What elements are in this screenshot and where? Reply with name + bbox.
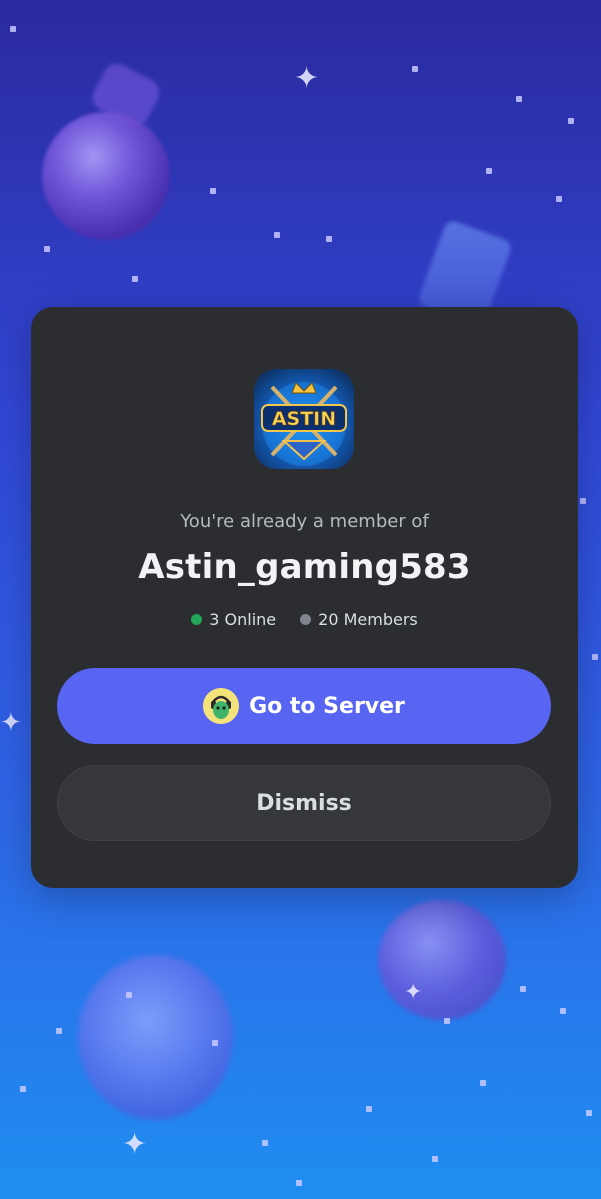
- star-icon: [132, 276, 138, 282]
- star-icon: [274, 232, 280, 238]
- star-icon: [580, 498, 586, 504]
- online-dot-icon: [191, 614, 203, 625]
- star-icon: [366, 1106, 372, 1112]
- star-icon: [586, 1110, 592, 1116]
- decor-potion: [42, 112, 170, 240]
- online-label: 3 Online: [209, 610, 277, 629]
- go-to-server-label: Go to Server: [249, 693, 405, 719]
- star-icon: [126, 992, 132, 998]
- star-icon: [326, 236, 332, 242]
- dismiss-button[interactable]: Dismiss: [57, 765, 551, 841]
- sparkle-icon: ✦: [0, 708, 22, 738]
- star-icon: [516, 96, 522, 102]
- member-count: 20 Members: [300, 610, 418, 629]
- server-stats: 3 Online 20 Members: [31, 610, 578, 629]
- star-icon: [44, 246, 50, 252]
- sparkle-icon: ✦: [294, 61, 320, 96]
- decor-coin: [78, 955, 233, 1120]
- server-logo-icon: ASTIN: [254, 369, 354, 469]
- star-icon: [486, 168, 492, 174]
- star-icon: [412, 66, 418, 72]
- star-icon: [20, 1086, 26, 1092]
- star-icon: [262, 1140, 268, 1146]
- star-icon: [568, 118, 574, 124]
- online-count: 3 Online: [191, 610, 276, 629]
- members-dot-icon: [300, 614, 312, 625]
- sparkle-icon: ✦: [122, 1127, 148, 1162]
- star-icon: [520, 986, 526, 992]
- star-icon: [592, 654, 598, 660]
- star-icon: [556, 196, 562, 202]
- membership-intro: You're already a member of: [180, 511, 429, 532]
- star-icon: [210, 188, 216, 194]
- members-label: 20 Members: [318, 610, 418, 629]
- server-logo-text: ASTIN: [272, 408, 336, 430]
- dismiss-label: Dismiss: [256, 790, 352, 816]
- star-icon: [480, 1080, 486, 1086]
- star-icon: [560, 1008, 566, 1014]
- server-name: Astin_gaming583: [138, 547, 471, 587]
- star-icon: [10, 26, 16, 32]
- star-icon: [212, 1040, 218, 1046]
- star-icon: [56, 1028, 62, 1034]
- invite-modal: ASTIN You're already a member of Astin_g…: [31, 307, 578, 888]
- sparkle-icon: ✦: [404, 980, 423, 1005]
- star-icon: [296, 1180, 302, 1186]
- user-avatar-icon: [203, 688, 240, 724]
- go-to-server-button[interactable]: Go to Server: [57, 668, 551, 744]
- star-icon: [444, 1018, 450, 1024]
- star-icon: [432, 1156, 438, 1162]
- decor-berry: [378, 900, 506, 1020]
